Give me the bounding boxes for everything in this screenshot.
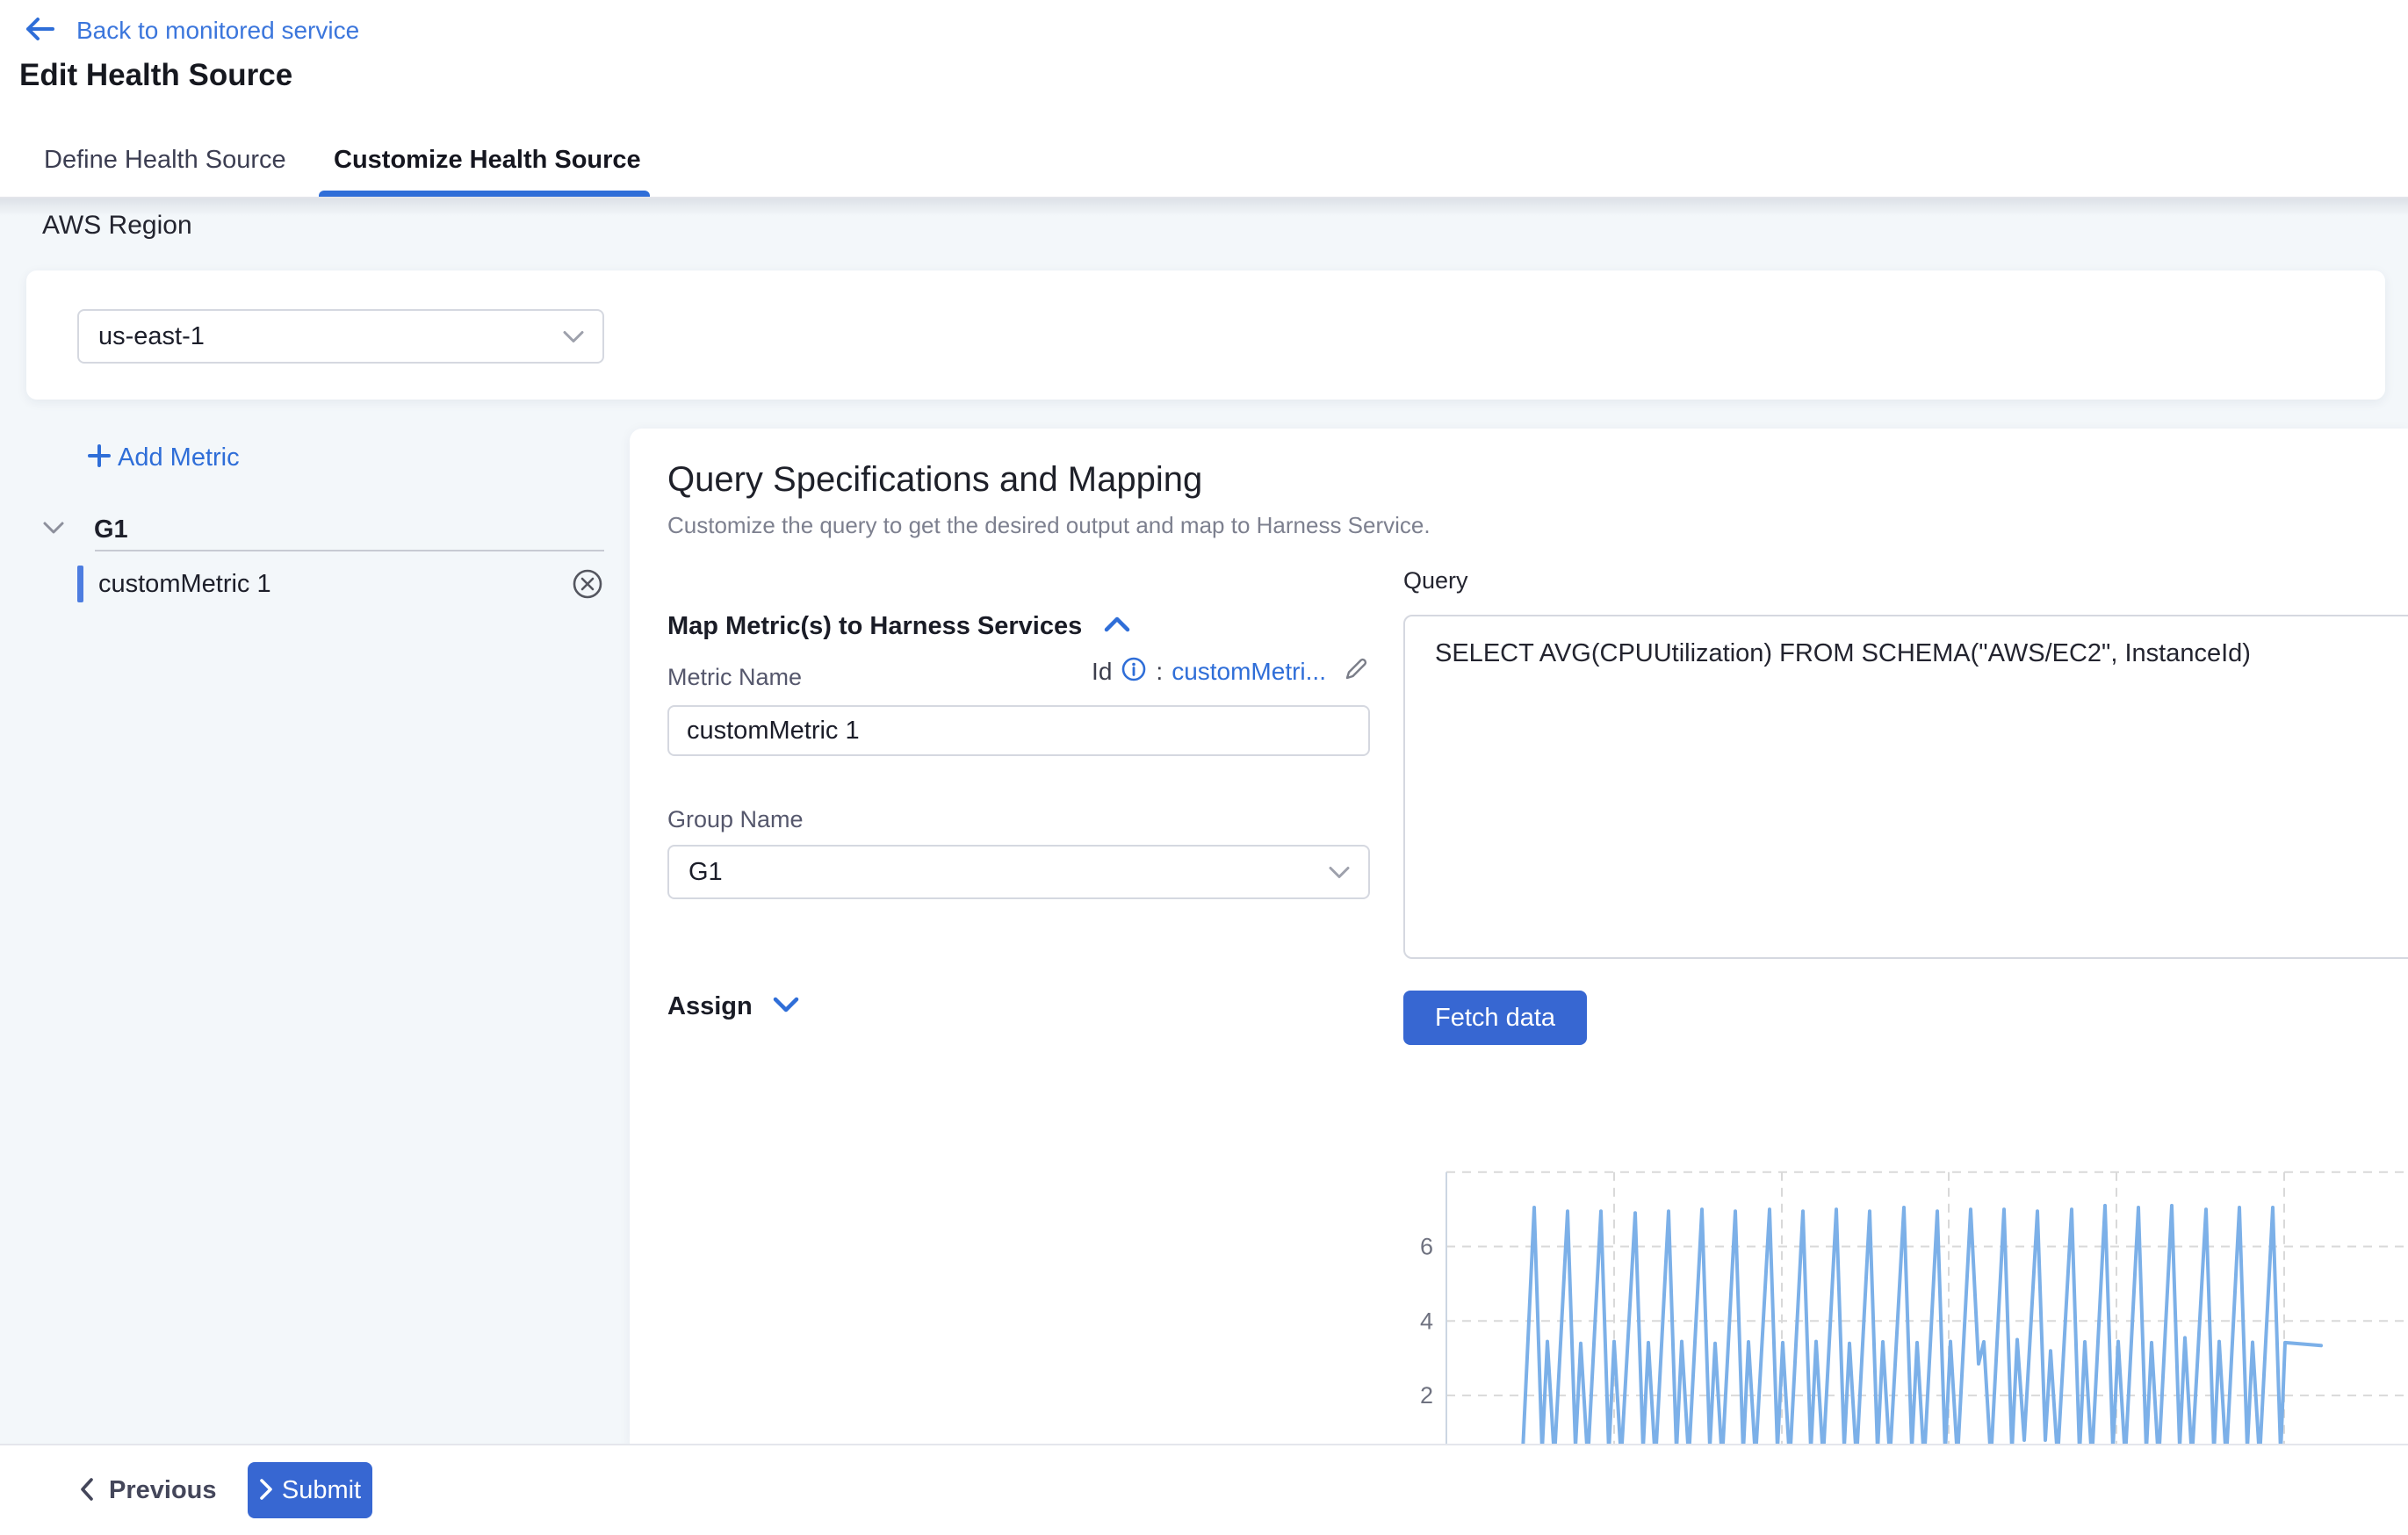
query-textarea[interactable]: SELECT AVG(CPUUtilization) FROM SCHEMA("… (1403, 615, 2408, 959)
metric-list-item-label: customMetric 1 (98, 570, 271, 599)
add-metric-button[interactable]: Add Metric (86, 437, 240, 478)
edit-health-source-page: Back to monitored service Edit Health So… (0, 0, 2408, 1535)
svg-text:2: 2 (1420, 1382, 1433, 1409)
aws-region-value: us-east-1 (98, 322, 205, 351)
map-metrics-title: Map Metric(s) to Harness Services (667, 612, 1082, 641)
aws-region-select[interactable]: us-east-1 (77, 309, 604, 364)
panel-heading: Query Specifications and Mapping (667, 460, 1202, 500)
chevron-down-icon (1328, 858, 1351, 887)
active-tab-indicator (319, 191, 650, 197)
group-divider (95, 550, 604, 551)
add-metric-label: Add Metric (118, 443, 240, 472)
edit-id-pencil-icon[interactable] (1342, 655, 1370, 689)
id-separator: : (1156, 658, 1163, 686)
tab-define-health-source[interactable]: Define Health Source (44, 123, 286, 197)
aws-region-card: us-east-1 (26, 270, 2385, 400)
group-name-label: Group Name (667, 806, 804, 833)
metric-group-name: G1 (94, 515, 128, 544)
assign-label: Assign (667, 992, 753, 1021)
chevron-left-icon (79, 1477, 95, 1504)
group-name-select[interactable]: G1 (667, 845, 1370, 899)
svg-text:6: 6 (1420, 1234, 1433, 1260)
back-link-label: Back to monitored service (76, 17, 359, 45)
selected-metric-indicator (77, 566, 83, 602)
metric-id-link[interactable]: customMetri... (1172, 658, 1326, 686)
metric-preview-chart: 2 4 6 (1396, 1159, 2408, 1445)
previous-button[interactable]: Previous (74, 1466, 222, 1515)
id-prefix: Id (1092, 658, 1112, 686)
chevron-down-icon (772, 995, 800, 1019)
aws-region-label: AWS Region (42, 211, 192, 241)
fetch-data-button[interactable]: Fetch data (1403, 991, 1587, 1045)
map-metrics-section-header[interactable]: Map Metric(s) to Harness Services (667, 609, 1131, 644)
previous-button-label: Previous (109, 1476, 217, 1505)
metric-name-input[interactable] (667, 705, 1370, 756)
submit-button[interactable]: Submit (248, 1462, 372, 1518)
back-link[interactable]: Back to monitored service (24, 11, 359, 51)
svg-text:4: 4 (1420, 1308, 1433, 1334)
tab-bar: Define Health Source Customize Health So… (0, 123, 2408, 198)
info-circle-icon[interactable] (1121, 656, 1147, 688)
metric-id-row: Id : customMetri... (667, 655, 1370, 688)
back-arrow-icon (24, 16, 55, 47)
tabbar-shadow (0, 198, 2408, 216)
chevron-down-icon (562, 322, 585, 351)
content-area: AWS Region us-east-1 Add Metric G1 (0, 198, 2408, 1445)
page-title: Edit Health Source (19, 58, 292, 93)
chevron-up-icon (1103, 615, 1131, 638)
group-collapse-chevron-icon[interactable] (41, 520, 66, 540)
assign-section-header[interactable]: Assign (667, 989, 800, 1024)
tab-customize-health-source[interactable]: Customize Health Source (334, 123, 641, 197)
metric-list-item[interactable]: customMetric 1 (77, 561, 604, 607)
panel-subheading: Customize the query to get the desired o… (667, 512, 1431, 539)
chevron-right-icon (259, 1478, 273, 1503)
plus-icon (86, 443, 112, 473)
submit-button-label: Submit (282, 1476, 361, 1505)
group-name-value: G1 (689, 858, 723, 887)
metric-group-row: G1 (41, 508, 128, 551)
query-specifications-panel: Query Specifications and Mapping Customi… (630, 429, 2408, 1445)
query-label: Query (1403, 567, 1468, 595)
footer-bar: Previous Submit (0, 1444, 2408, 1535)
remove-metric-icon[interactable] (571, 567, 604, 601)
chart-canvas: 2 4 6 (1396, 1159, 2408, 1445)
